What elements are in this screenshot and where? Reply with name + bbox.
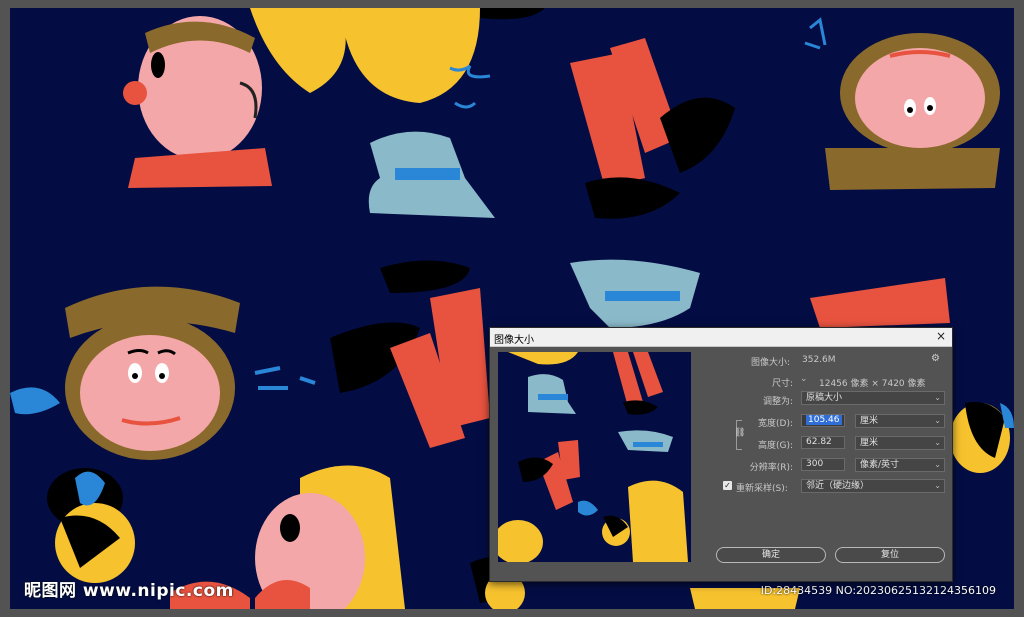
resample-label: 重新采样(S): (736, 484, 788, 494)
width-unit-select[interactable]: 厘米 ⌄ (855, 414, 945, 428)
link-chain-icon[interactable]: ⛓ (734, 428, 745, 438)
chevron-down-icon: ⌄ (934, 393, 941, 402)
dimensions-label: 尺寸: (771, 379, 793, 389)
chevron-down-icon: ⌄ (934, 460, 941, 469)
dialog-titlebar[interactable]: 图像大小 × (490, 328, 952, 347)
chevron-down-icon: ⌄ (934, 438, 941, 447)
height-unit-value: 厘米 (860, 438, 879, 448)
height-unit-select[interactable]: 厘米 ⌄ (855, 436, 945, 450)
image-size-value: 352.6M (802, 355, 836, 365)
resolution-label: 分辨率(R): (749, 463, 793, 473)
resolution-value: 300 (806, 459, 824, 469)
preview-artwork (498, 352, 688, 562)
image-size-label: 图像大小: (750, 358, 790, 368)
width-label: 宽度(D): (758, 419, 793, 429)
close-icon[interactable]: × (936, 329, 946, 343)
fit-to-value: 原稿大小 (806, 393, 843, 403)
watermark-text: 昵图网 www.nipic.com (24, 581, 234, 601)
chevron-down-icon[interactable]: ⌄ (800, 374, 808, 384)
image-id-text: ID:28434539 NO:20230625132124356109 (760, 584, 996, 597)
ok-button[interactable]: 确定 (716, 547, 826, 563)
resolution-input[interactable]: 300 (801, 458, 845, 471)
height-value: 62.82 (806, 437, 832, 447)
width-value: 105.46 (806, 415, 842, 425)
resolution-unit-value: 像素/英寸 (860, 460, 900, 470)
height-input[interactable]: 62.82 (801, 436, 845, 449)
chevron-down-icon: ⌄ (934, 481, 941, 490)
resample-select[interactable]: 邻近（硬边缘） ⌄ (801, 479, 945, 493)
width-input[interactable]: 105.46 (801, 414, 845, 427)
dialog-title: 图像大小 (494, 335, 534, 346)
fit-to-label: 调整为: (762, 397, 793, 407)
chevron-down-icon: ⌄ (934, 416, 941, 425)
resample-value: 邻近（硬边缘） (806, 481, 870, 491)
resolution-unit-select[interactable]: 像素/英寸 ⌄ (855, 458, 945, 472)
dimensions-value: 12456 像素 × 7420 像素 (819, 379, 926, 389)
fit-to-select[interactable]: 原稿大小 ⌄ (801, 391, 945, 405)
reset-button[interactable]: 复位 (835, 547, 945, 563)
image-size-dialog: 图像大小 × − 5% + 图像大小: 352.6M (489, 327, 953, 582)
gear-icon[interactable]: ⚙ (931, 353, 940, 364)
preview-pane[interactable]: − 5% + (498, 352, 691, 562)
width-unit-value: 厘米 (860, 416, 879, 426)
height-label: 高度(G): (757, 441, 793, 451)
resample-checkbox[interactable]: ✓ (723, 481, 732, 490)
